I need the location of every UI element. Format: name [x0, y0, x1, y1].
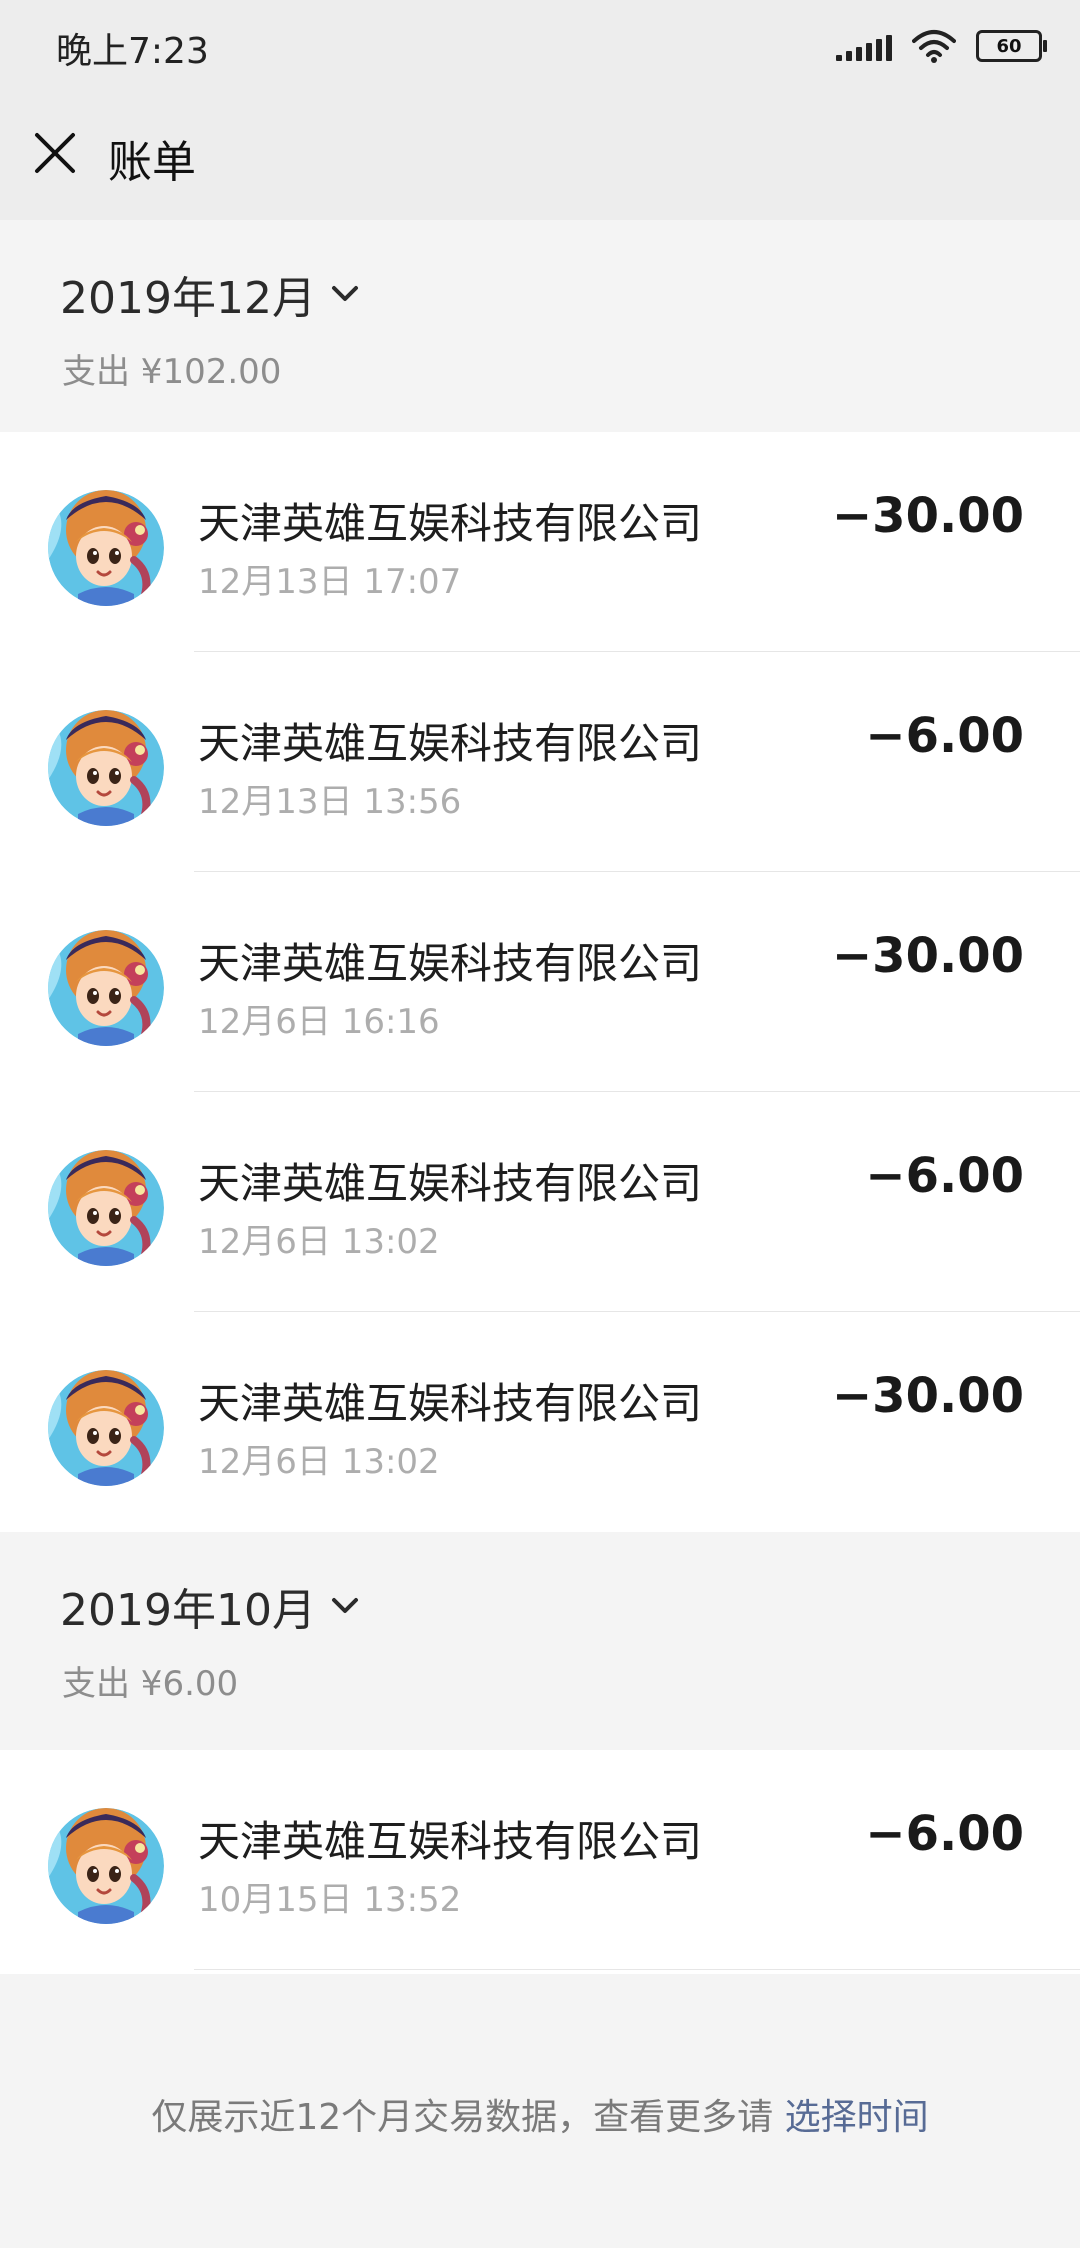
transaction-amount: −30.00: [831, 1368, 1024, 1424]
merchant-name: 天津英雄互娱科技有限公司: [198, 499, 703, 548]
transaction-amount: −30.00: [831, 928, 1024, 984]
month-title: 2019年12月: [60, 273, 316, 324]
page-title: 账单: [108, 137, 196, 188]
transaction-row[interactable]: 天津英雄互娱科技有限公司 12月13日 13:56 −6.00: [0, 652, 1080, 872]
merchant-avatar: [48, 1808, 164, 1924]
nav-bar: 账单: [0, 92, 1080, 220]
chevron-down-icon: [331, 1598, 358, 1613]
battery-icon: 60: [976, 30, 1047, 62]
footer-note: 仅展示近12个月交易数据，查看更多请 选择时间: [0, 2088, 1080, 2140]
transaction-row[interactable]: 天津英雄互娱科技有限公司 12月6日 16:16 −30.00: [0, 872, 1080, 1092]
month-summary: 支出 ¥6.00: [62, 1664, 239, 1704]
merchant-avatar: [48, 490, 164, 606]
status-icons: 60: [836, 26, 1047, 66]
battery-level: 60: [996, 35, 1022, 57]
merchant-name: 天津英雄互娱科技有限公司: [198, 1817, 703, 1866]
merchant-avatar: [48, 1150, 164, 1266]
close-icon: [35, 133, 75, 173]
month-selector[interactable]: 2019年12月: [60, 262, 360, 326]
transaction-amount: −6.00: [865, 708, 1024, 764]
chevron-down-icon: [331, 286, 358, 301]
month-header-1: 2019年10月 支出 ¥6.00: [0, 1532, 1080, 1750]
merchant-name: 天津英雄互娱科技有限公司: [198, 719, 703, 768]
month-selector[interactable]: 2019年10月: [60, 1574, 360, 1638]
footer: 仅展示近12个月交易数据，查看更多请 选择时间: [0, 1974, 1080, 2248]
transaction-amount: −6.00: [865, 1806, 1024, 1862]
transaction-datetime: 12月13日 17:07: [198, 562, 462, 602]
select-time-link[interactable]: 选择时间: [785, 2097, 929, 2138]
transaction-row[interactable]: 天津英雄互娱科技有限公司 12月6日 13:02 −6.00: [0, 1092, 1080, 1312]
merchant-name: 天津英雄互娱科技有限公司: [198, 939, 703, 988]
month-summary: 支出 ¥102.00: [62, 352, 282, 392]
footer-text: 仅展示近12个月交易数据，查看更多请: [151, 2097, 785, 2138]
transaction-datetime: 12月6日 13:02: [198, 1442, 440, 1482]
transaction-datetime: 10月15日 13:52: [198, 1880, 462, 1920]
transaction-row[interactable]: 天津英雄互娱科技有限公司 12月13日 17:07 −30.00: [0, 432, 1080, 652]
transaction-list-1: 天津英雄互娱科技有限公司 10月15日 13:52 −6.00: [0, 1750, 1080, 1974]
divider: [194, 1969, 1080, 1970]
transaction-amount: −30.00: [831, 488, 1024, 544]
merchant-name: 天津英雄互娱科技有限公司: [198, 1159, 703, 1208]
merchant-name: 天津英雄互娱科技有限公司: [198, 1379, 703, 1428]
status-bar: 晚上7:23 60: [0, 0, 1080, 92]
transaction-datetime: 12月6日 16:16: [198, 1002, 440, 1042]
month-title: 2019年10月: [60, 1585, 316, 1636]
merchant-avatar: [48, 710, 164, 826]
merchant-avatar: [48, 930, 164, 1046]
status-time: 晚上7:23: [56, 31, 209, 72]
merchant-avatar: [48, 1370, 164, 1486]
signal-icon: [836, 31, 892, 61]
transaction-row[interactable]: 天津英雄互娱科技有限公司 12月6日 13:02 −30.00: [0, 1312, 1080, 1532]
transaction-row[interactable]: 天津英雄互娱科技有限公司 10月15日 13:52 −6.00: [0, 1750, 1080, 1970]
wifi-icon: [912, 30, 956, 63]
transaction-list-0: 天津英雄互娱科技有限公司 12月13日 17:07 −30.00 天津英雄互娱科…: [0, 432, 1080, 1532]
transaction-datetime: 12月6日 13:02: [198, 1222, 440, 1262]
close-button[interactable]: [22, 120, 88, 186]
month-header-0: 2019年12月 支出 ¥102.00: [0, 220, 1080, 432]
transaction-datetime: 12月13日 13:56: [198, 782, 462, 822]
transaction-amount: −6.00: [865, 1148, 1024, 1204]
